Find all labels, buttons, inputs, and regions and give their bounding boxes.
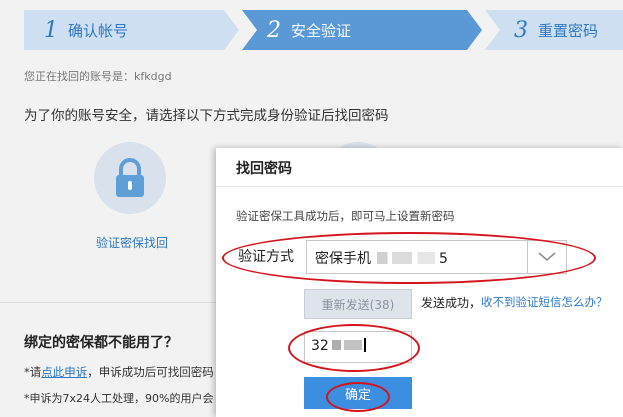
confirm-button[interactable]: 确定 <box>304 377 412 409</box>
dialog-divider <box>216 186 623 187</box>
step-number: 1 <box>44 17 58 43</box>
appeal-link[interactable]: 点此申诉 <box>41 365 87 379</box>
resend-button[interactable]: 重新发送(38) <box>304 289 412 319</box>
verify-method-label[interactable]: 验证密保找回 <box>96 234 168 251</box>
appeal-note: *申诉为7x24人工处理，90%的用户会 <box>24 392 214 405</box>
code-value: 32 <box>311 338 366 354</box>
chevron-down-icon[interactable] <box>527 241 566 273</box>
divider <box>0 302 216 303</box>
step-label: 安全验证 <box>291 21 352 40</box>
verify-method-label: 验证方式 <box>238 249 294 265</box>
appeal-line: *请点此申诉，申诉成功后可找回密码 <box>24 364 214 380</box>
text-cursor <box>363 338 366 352</box>
appeal-prefix: *请 <box>24 365 42 379</box>
masked-number <box>377 252 435 264</box>
dialog-description: 验证密保工具成功后，即可马上设置新密码 <box>236 209 455 223</box>
step-label: 确认帐号 <box>68 21 129 40</box>
appeal-suffix: ，申诉成功后可找回密码 <box>87 365 214 379</box>
step-security-verify: 2 安全验证 <box>242 10 482 50</box>
no-sms-help-link[interactable]: 收不到验证短信怎么办？ <box>481 294 608 310</box>
masked-code <box>331 340 362 350</box>
select-value-text: 密保手机 <box>315 251 371 267</box>
send-success-text: 发送成功， <box>421 296 482 310</box>
step-reset-password: 3 重置密码 <box>485 10 623 50</box>
select-value: 密保手机 5 <box>315 248 448 268</box>
bound-section-title: 绑定的密保都不能用了？ <box>24 335 178 351</box>
step-progress: 1 确认帐号 2 安全验证 3 重置密码 <box>24 10 623 50</box>
find-password-dialog: 找回密码 验证密保工具成功后，即可马上设置新密码 验证方式 密保手机 5 重新发送… <box>216 148 623 417</box>
verification-code-input[interactable]: 32 <box>304 331 412 363</box>
select-value-tail: 5 <box>439 251 448 267</box>
code-value-text: 32 <box>311 338 329 354</box>
step-label: 重置密码 <box>538 21 599 40</box>
verify-method-button[interactable] <box>94 142 166 214</box>
step-number: 2 <box>267 17 281 43</box>
step-number: 3 <box>514 17 528 43</box>
verify-method-select[interactable]: 密保手机 5 <box>306 240 567 274</box>
account-line: 您正在找回的账号是：kfkdgd <box>24 70 172 83</box>
instruction-text: 为了你的账号安全，请选择以下方式完成身份验证后找回密码 <box>24 108 389 124</box>
step-confirm-account: 1 确认帐号 <box>24 10 239 50</box>
lock-icon <box>116 158 144 197</box>
dialog-title: 找回密码 <box>236 161 292 177</box>
